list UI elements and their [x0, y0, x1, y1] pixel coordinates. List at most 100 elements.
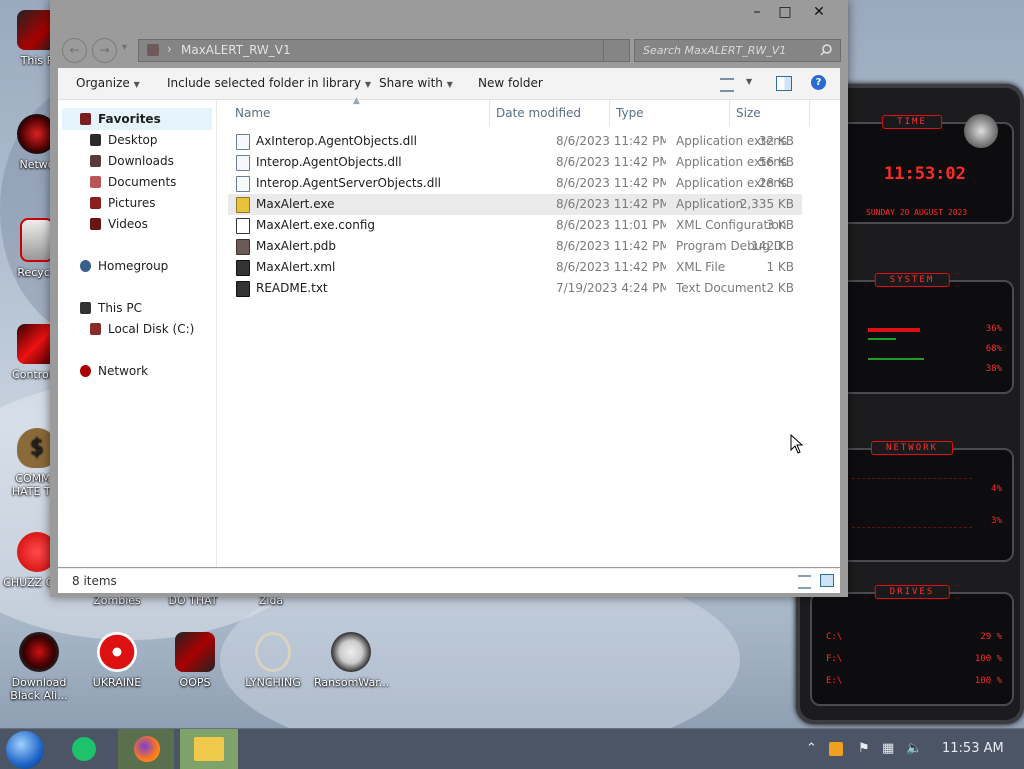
nav-item-pictures[interactable]: Pictures — [90, 193, 156, 213]
gadget-cpu-bar — [868, 328, 920, 332]
new-folder-button[interactable]: New folder — [478, 76, 543, 90]
folder-icon — [147, 44, 159, 56]
nav-item-desktop[interactable]: Desktop — [90, 130, 158, 150]
firefox-icon — [134, 736, 160, 762]
noose-icon — [255, 632, 291, 672]
taskbar-file-explorer[interactable] — [180, 729, 238, 769]
gadget-drive-label: F:\ — [826, 654, 843, 664]
flag-icon[interactable]: ⚑ — [858, 741, 870, 756]
drive-icon — [90, 323, 101, 335]
gadget-drive-value: 100 % — [974, 654, 1002, 664]
file-row[interactable]: Interop.AgentObjects.dll 8/6/2023 11:42 … — [228, 152, 802, 173]
config-file-icon — [236, 218, 250, 234]
desktop-icon-ransomware[interactable]: RansomWar... — [314, 632, 389, 689]
taskbar-firefox[interactable] — [118, 729, 174, 769]
nav-item-homegroup[interactable]: Homegroup — [80, 256, 168, 276]
dll-file-icon — [236, 155, 250, 171]
videos-folder-icon — [90, 218, 101, 230]
forward-button[interactable]: → — [92, 38, 117, 63]
radiation-icon — [97, 632, 137, 672]
details-view-icon[interactable] — [798, 575, 811, 589]
oops-icon — [175, 632, 215, 672]
recycle-bin-icon — [20, 218, 54, 262]
navigation-pane: Favorites Desktop Downloads Documents Pi… — [58, 100, 217, 567]
column-header-name[interactable]: Name — [235, 106, 270, 120]
text-file-icon — [236, 281, 250, 297]
help-button[interactable]: ? — [811, 75, 826, 90]
volume-icon[interactable]: 🔈 — [906, 741, 922, 756]
chevron-up-icon[interactable]: ⌃ — [806, 741, 817, 756]
desktop-icon-oops[interactable]: OOPS — [158, 632, 232, 689]
nav-item-downloads[interactable]: Downloads — [90, 151, 174, 171]
chevron-down-icon: ▼ — [364, 80, 371, 89]
desktop-icon-lynching[interactable]: LYNCHING — [236, 632, 310, 689]
column-header-date[interactable]: Date modified — [496, 106, 581, 120]
maximize-button[interactable]: □ — [772, 2, 798, 22]
search-input[interactable]: Search MaxALERT_RW_V1 — [634, 39, 841, 62]
file-row[interactable]: AxInterop.AgentObjects.dll 8/6/2023 11:4… — [228, 131, 802, 152]
back-button[interactable]: ← — [62, 38, 87, 63]
alien-head-icon — [964, 114, 998, 148]
file-row[interactable]: MaxAlert.exe.config 8/6/2023 11:01 PM XM… — [228, 215, 802, 236]
include-in-library-button[interactable]: Include selected folder in library ▼ — [167, 76, 371, 90]
nav-item-documents[interactable]: Documents — [90, 172, 176, 192]
breadcrumb-path[interactable]: MaxALERT_RW_V1 — [181, 43, 291, 57]
column-divider[interactable] — [809, 100, 810, 126]
gadget-network-graph — [852, 478, 972, 528]
sort-ascending-icon: ▲ — [353, 96, 360, 106]
file-row[interactable]: MaxAlert.xml 8/6/2023 11:42 PM XML File … — [228, 257, 802, 278]
recent-locations-button[interactable]: ▾ — [122, 42, 127, 53]
nav-item-favorites[interactable]: Favorites — [80, 109, 161, 129]
xml-file-icon — [236, 260, 250, 276]
gadget-page-bar — [868, 358, 924, 360]
column-divider[interactable] — [489, 100, 490, 126]
pictures-folder-icon — [90, 197, 101, 209]
gadget-network-title: NETWORK — [871, 441, 953, 455]
column-header-size[interactable]: Size — [736, 106, 761, 120]
nav-item-videos[interactable]: Videos — [90, 214, 148, 234]
dll-file-icon — [236, 134, 250, 150]
address-bar[interactable]: › MaxALERT_RW_V1 — [138, 39, 630, 62]
desktop-icon-download-black-alien[interactable]: Download Black Ali... — [2, 632, 76, 702]
computer-icon — [80, 302, 91, 314]
breadcrumb-separator: › — [167, 42, 172, 56]
taskbar-notes-app[interactable] — [62, 729, 106, 769]
gadget-system-value: 68% — [985, 344, 1002, 354]
preview-pane-icon[interactable] — [776, 76, 792, 91]
notes-app-icon — [72, 737, 96, 761]
nav-item-this-pc[interactable]: This PC — [80, 298, 142, 318]
nav-item-local-disk[interactable]: Local Disk (C:) — [90, 319, 194, 339]
column-header-type[interactable]: Type — [616, 106, 644, 120]
column-divider[interactable] — [609, 100, 610, 126]
item-count: 8 items — [72, 574, 117, 588]
file-row[interactable]: Interop.AgentServerObjects.dll 8/6/2023 … — [228, 173, 802, 194]
minimize-button[interactable]: – — [744, 2, 770, 22]
skull-icon — [331, 632, 371, 672]
close-button[interactable]: ✕ — [806, 2, 832, 22]
view-dropdown-icon[interactable]: ▼ — [746, 77, 752, 86]
nav-item-network[interactable]: Network — [80, 361, 148, 381]
view-options-icon[interactable] — [720, 78, 734, 92]
start-button[interactable] — [6, 731, 44, 769]
gadget-ram-bar — [868, 338, 896, 340]
file-row-selected[interactable]: MaxAlert.exe 8/6/2023 11:42 PM Applicati… — [228, 194, 802, 215]
chevron-down-icon: ▼ — [446, 80, 453, 89]
large-icons-view-icon[interactable] — [820, 574, 834, 587]
gadget-drives-block: DRIVES C:\ 29 % F:\ 100 % E:\ 100 % — [810, 585, 1014, 706]
column-divider[interactable] — [729, 100, 730, 126]
search-icon[interactable] — [820, 44, 832, 56]
status-bar: 8 items — [58, 568, 840, 593]
gadget-drives-title: DRIVES — [874, 585, 950, 599]
share-with-button[interactable]: Share with ▼ — [379, 76, 453, 90]
gadget-date: SUNDAY 20 AUGUST 2023 — [866, 208, 968, 217]
file-row[interactable]: README.txt 7/19/2023 4:24 PM Text Docume… — [228, 278, 802, 299]
organize-button[interactable]: Organize ▼ — [76, 76, 140, 90]
chevron-down-icon: ▼ — [133, 80, 140, 89]
update-icon[interactable] — [829, 742, 843, 756]
folder-icon — [194, 737, 224, 761]
taskbar-clock[interactable]: 11:53 AM — [942, 741, 1004, 756]
homegroup-icon — [80, 260, 91, 272]
file-row[interactable]: MaxAlert.pdb 8/6/2023 11:42 PM Program D… — [228, 236, 802, 257]
desktop-icon-ukraine[interactable]: UKRAINE — [80, 632, 154, 689]
network-icon[interactable]: ▦ — [882, 741, 894, 756]
